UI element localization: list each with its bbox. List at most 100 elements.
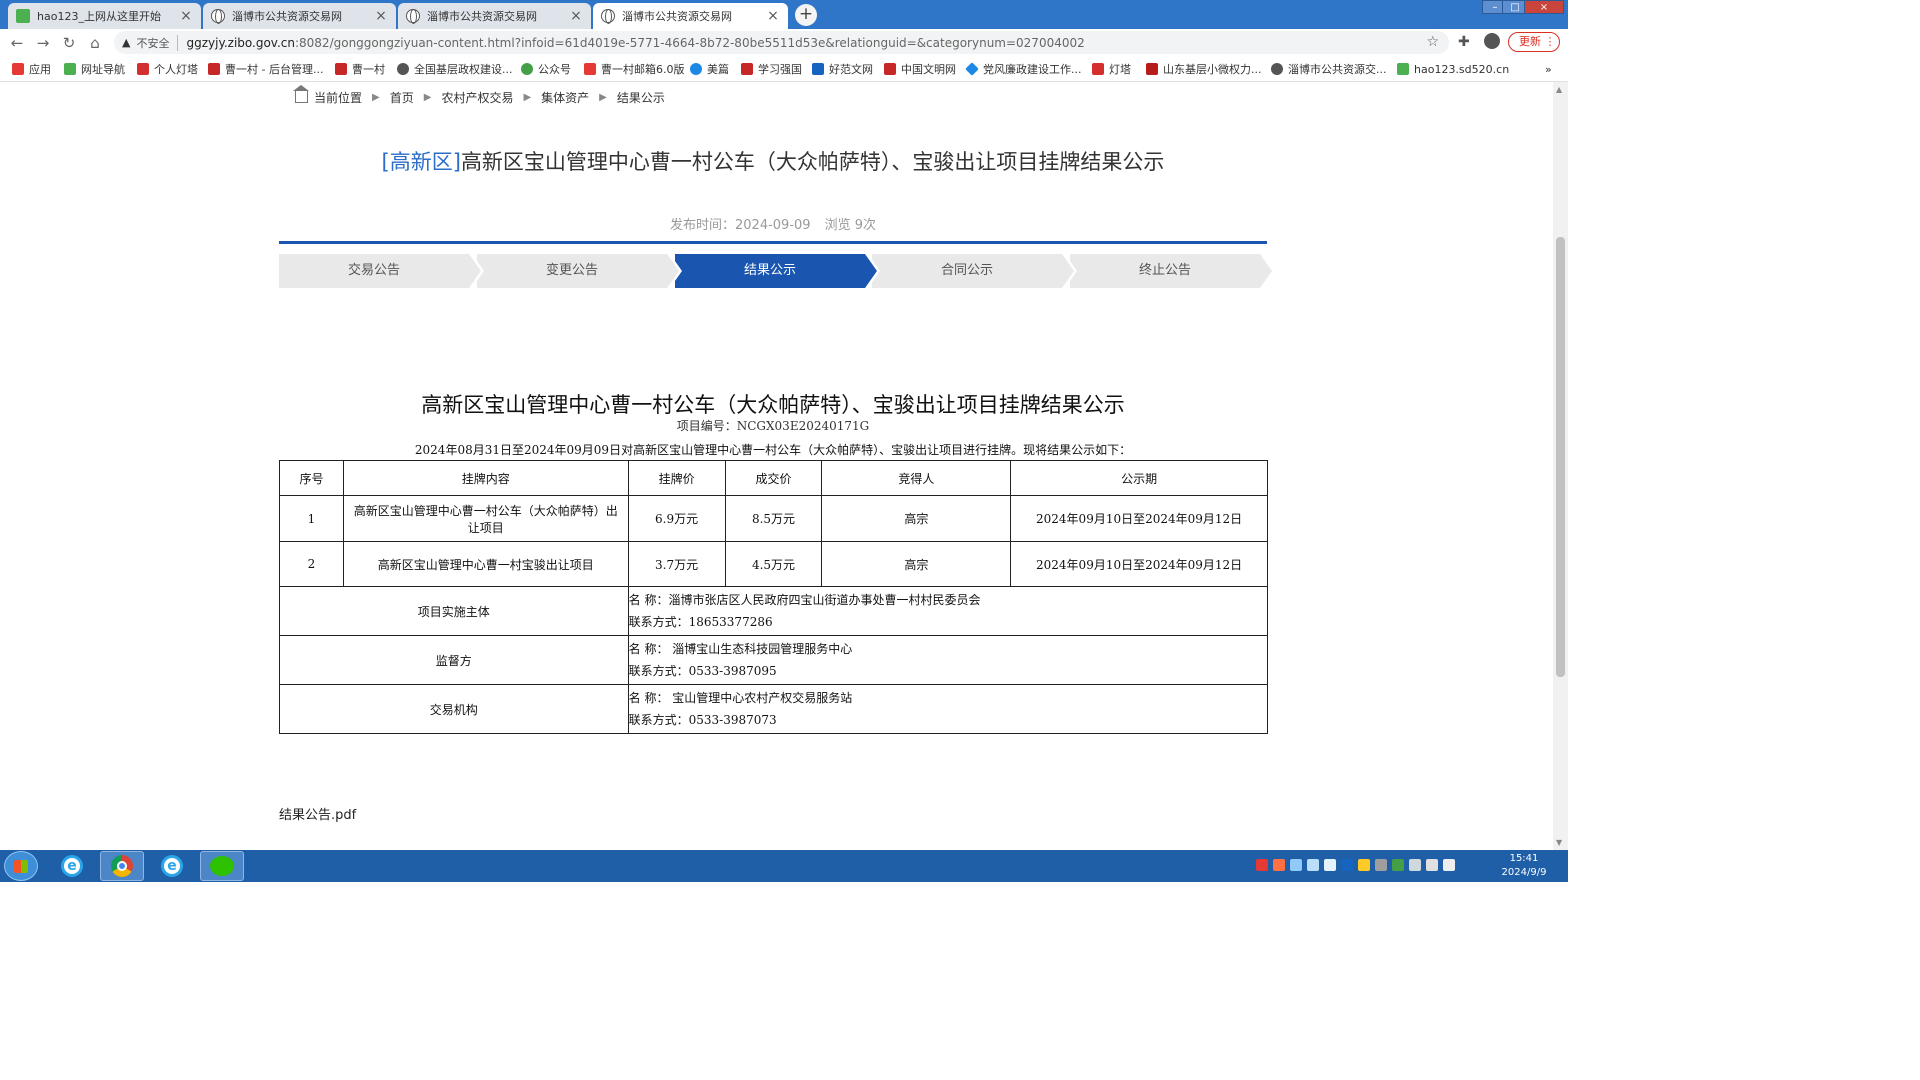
bookmark-label: 曹一村邮箱6.0版 [601,63,685,76]
bookmark-item[interactable]: 网址导航 [64,61,125,77]
step-result-announcement[interactable]: 结果公示 [675,254,880,288]
scroll-up-arrow-icon[interactable]: ▲ [1556,85,1562,94]
breadcrumb-rural-link[interactable]: 农村产权交易 [441,89,513,106]
district-tag[interactable]: [高新区] [382,150,461,174]
scroll-down-arrow-icon[interactable]: ▼ [1556,838,1562,847]
security-icon[interactable] [1341,859,1353,871]
warning-icon[interactable]: ▲ [122,36,130,49]
home-button[interactable]: ⌂ [82,30,108,56]
header-content: 挂牌内容 [342,460,629,496]
wechat-official-icon [521,63,533,75]
close-icon[interactable]: × [374,8,388,24]
tab-title: 淄博市公共资源交易网 [427,10,537,23]
bookmark-apps[interactable]: 应用 [12,61,51,77]
step-trade-announcement[interactable]: 交易公告 [279,254,484,288]
bookmark-item[interactable]: 党风廉政建设工作... [965,61,1082,77]
bookmark-item[interactable]: 曹一村 - 后台管理... [208,61,323,77]
info-name: 名 称：淄博市张店区人民政府四宝山街道办事处曹一村村民委员会 [628,593,981,607]
forward-button[interactable]: → [30,30,56,56]
diamond-icon [965,62,979,76]
tray-app-icon[interactable] [1273,859,1285,871]
project-code: 项目编号：NCGX03E20240171G [676,419,870,433]
scrollbar-thumb[interactable] [1556,237,1565,677]
bookmarks-overflow-button[interactable]: » [1545,61,1552,77]
bookmark-item[interactable]: 美篇 [690,61,729,77]
tray-app-icon[interactable] [1324,859,1336,871]
page-title-text: 高新区宝山管理中心曹一村公车（大众帕萨特）、宝骏出让项目挂牌结果公示 [460,150,1165,174]
profile-icon[interactable] [1484,33,1500,49]
bookmark-item[interactable]: 曹一村 [335,61,385,77]
home-icon [293,85,309,103]
tab-zibo-2[interactable]: 淄博市公共资源交易网 × [398,3,591,29]
sogou-icon[interactable] [1256,859,1268,871]
url-text[interactable]: ggzyjy.zibo.gov.cn:8082/gonggongziyuan-c… [186,36,1084,50]
breadcrumb-collective-link[interactable]: 集体资产 [541,89,589,106]
url-host: ggzyjy.zibo.gov.cn [186,35,295,50]
step-termination-announcement[interactable]: 终止公告 [1070,254,1275,288]
publish-date: 发布时间：2024-09-09 [670,218,811,233]
bookmark-label: 美篇 [707,63,729,76]
security-label[interactable]: 不安全 [136,34,179,51]
reload-button[interactable]: ↻ [56,30,82,56]
tray-app-icon[interactable] [1358,859,1370,871]
tab-hao123[interactable]: hao123_上网从这里开始 × [8,3,201,29]
bookmark-item[interactable]: 灯塔 [1092,61,1131,77]
step-contract-announcement[interactable]: 合同公示 [872,254,1077,288]
breadcrumb-home-link[interactable]: 首页 [390,89,414,106]
tab-title: hao123_上网从这里开始 [37,10,161,23]
new-tab-button[interactable]: + [795,4,817,26]
volume-icon[interactable] [1443,859,1455,871]
bookmark-item[interactable]: 好范文网 [812,61,873,77]
taskbar-ie[interactable]: e [150,851,194,881]
tray-app-icon[interactable] [1409,859,1421,871]
taskbar-wechat[interactable] [200,851,244,881]
globe-icon [1271,63,1283,75]
xuexi-icon [741,63,753,75]
step-change-announcement[interactable]: 变更公告 [477,254,682,288]
back-button[interactable]: ← [4,30,30,56]
header-winner: 竞得人 [821,460,1012,496]
shield-icon[interactable] [1307,859,1319,871]
page-scrollbar[interactable]: ▲ ▼ [1553,82,1568,850]
taskbar-clock[interactable]: 15:41 2024/9/9 [1496,852,1552,880]
header-period: 公示期 [1010,460,1268,496]
breadcrumb-results-link[interactable]: 结果公示 [617,89,665,106]
cell-content: 高新区宝山管理中心曹一村宝骏出让项目 [342,541,629,587]
tab-zibo-active[interactable]: 淄博市公共资源交易网 × [593,3,788,29]
start-button[interactable] [4,851,38,881]
network-icon[interactable] [1426,859,1438,871]
address-bar[interactable]: ▲ 不安全 ggzyjy.zibo.gov.cn:8082/gonggongzi… [114,31,1449,54]
wechat-icon [210,856,234,876]
taskbar-ie-pinned[interactable]: e [50,851,94,881]
close-icon[interactable]: × [179,8,193,24]
bookmark-item[interactable]: 学习强国 [741,61,802,77]
bookmark-item[interactable]: 淄博市公共资源交... [1271,61,1387,77]
close-icon[interactable]: × [569,8,583,24]
bookmark-label: hao123.sd520.cn [1414,62,1510,76]
tab-zibo-1[interactable]: 淄博市公共资源交易网 × [203,3,396,29]
globe-icon [397,63,409,75]
wechat-tray-icon[interactable] [1392,859,1404,871]
bookmark-star-icon[interactable]: ☆ [1426,34,1439,50]
globe-icon [211,9,225,24]
hao123-icon [16,9,30,23]
attachment-pdf-link[interactable]: 结果公告.pdf [279,804,356,823]
bookmark-item[interactable]: 公众号 [521,61,571,77]
bookmark-item[interactable]: 全国基层政权建设... [397,61,513,77]
bookmark-item[interactable]: 山东基层小微权力... [1146,61,1262,77]
bookmark-item[interactable]: 曹一村邮箱6.0版 [584,61,685,77]
bookmark-item[interactable]: 中国文明网 [884,61,956,77]
tray-app-icon[interactable] [1375,859,1387,871]
url-path: :8082/gonggongziyuan-content.html?infoid… [294,35,1085,50]
tray-app-icon[interactable] [1290,859,1302,871]
update-button[interactable]: 更新 ⋮ [1508,32,1560,52]
bookmark-item[interactable]: 个人灯塔 [137,61,198,77]
extensions-icon[interactable]: ✚ [1458,34,1470,50]
tab-title: 淄博市公共资源交易网 [622,10,732,23]
window-close-button[interactable]: × [1524,0,1564,14]
cell-no: 1 [279,495,344,542]
document-icon [812,63,824,75]
bookmark-item[interactable]: hao123.sd520.cn [1397,61,1509,77]
close-icon[interactable]: × [766,8,780,24]
taskbar-chrome[interactable] [100,851,144,881]
